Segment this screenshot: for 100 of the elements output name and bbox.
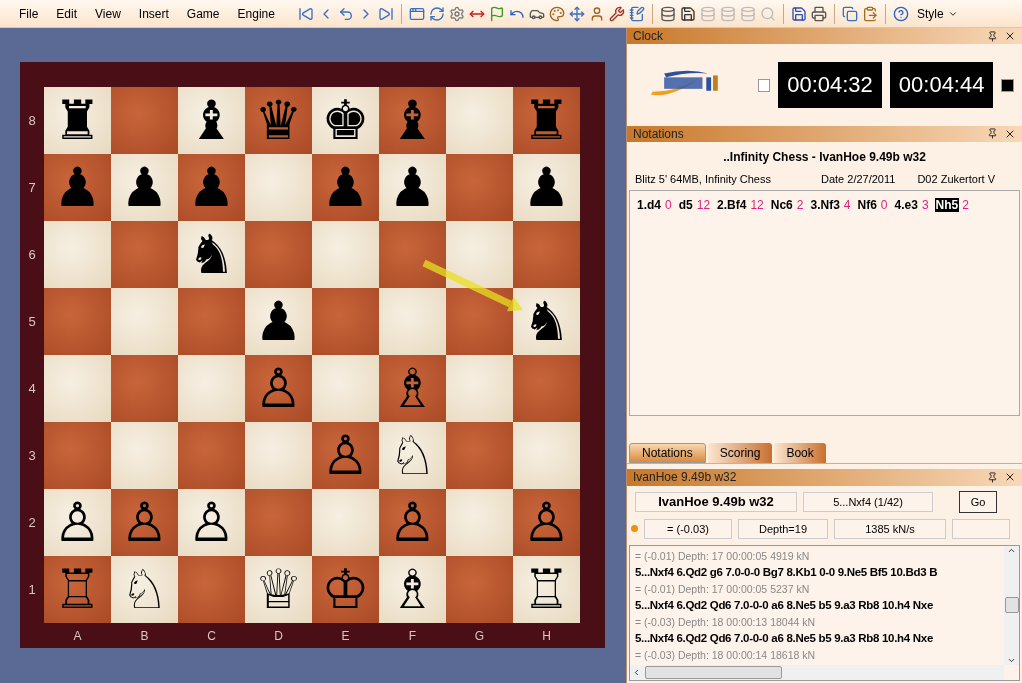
settings-icon[interactable] xyxy=(448,5,465,22)
board-square[interactable]: ♙ xyxy=(111,489,178,556)
board-square[interactable]: ♚ xyxy=(312,87,379,154)
board-square[interactable]: ♛ xyxy=(245,87,312,154)
paste-icon[interactable] xyxy=(861,5,878,22)
chess-piece[interactable]: ♝ xyxy=(388,93,437,148)
copy-icon[interactable] xyxy=(841,5,858,22)
chess-piece[interactable]: ♚ xyxy=(321,93,370,148)
board-square[interactable]: ♙ xyxy=(178,489,245,556)
board-square[interactable]: ♘ xyxy=(111,556,178,623)
menu-item[interactable]: File xyxy=(10,6,48,21)
menu-item[interactable]: View xyxy=(86,6,130,21)
scroll-thumb[interactable] xyxy=(645,666,782,679)
chess-piece[interactable]: ♙ xyxy=(321,428,370,483)
board-square[interactable]: ♖ xyxy=(513,556,580,623)
chess-piece[interactable]: ♟ xyxy=(53,160,102,215)
chess-piece[interactable]: ♙ xyxy=(120,495,169,550)
board-square[interactable]: ♟ xyxy=(111,154,178,221)
help-icon[interactable] xyxy=(892,5,909,22)
board-square[interactable] xyxy=(178,288,245,355)
chess-piece[interactable]: ♔ xyxy=(321,562,370,617)
board-square[interactable] xyxy=(446,422,513,489)
board-square[interactable] xyxy=(446,556,513,623)
window-icon[interactable] xyxy=(408,5,425,22)
chess-board[interactable]: ♜ ♝ ♛ ♚ ♝ ♜ ♟ ♟ ♟ ♟ ♟ ♟ ♞ ♟ ♞ ♙ ♗ ♙ ♘ ♙ ♙ ♙ ♙ ♙ ♖ ♘ ♕ ♔ ♗ ♖ xyxy=(44,87,580,623)
chess-piece[interactable]: ♟ xyxy=(522,160,571,215)
chess-piece[interactable]: ♟ xyxy=(187,160,236,215)
go-button[interactable]: Go xyxy=(959,490,997,513)
chess-piece[interactable]: ♜ xyxy=(522,93,571,148)
tab[interactable]: Scoring xyxy=(707,443,773,464)
palette-icon[interactable] xyxy=(548,5,565,22)
board-square[interactable]: ♗ xyxy=(379,355,446,422)
horizontal-scrollbar[interactable] xyxy=(630,665,1004,680)
board-square[interactable]: ♖ xyxy=(44,556,111,623)
chess-piece[interactable]: ♕ xyxy=(254,562,303,617)
board-square[interactable]: ♙ xyxy=(379,489,446,556)
board-square[interactable]: ♜ xyxy=(44,87,111,154)
menu-item[interactable]: Game xyxy=(177,6,229,21)
pin-icon[interactable] xyxy=(987,128,998,140)
board-square[interactable] xyxy=(379,221,446,288)
database-icon[interactable] xyxy=(659,5,676,22)
tab[interactable]: Notations xyxy=(629,443,706,464)
board-square[interactable]: ♟ xyxy=(513,154,580,221)
menu-item[interactable]: Insert xyxy=(129,6,178,21)
last-move-icon[interactable] xyxy=(377,5,394,22)
menu-item[interactable]: Edit xyxy=(47,6,87,21)
board-square[interactable]: ♟ xyxy=(379,154,446,221)
board-square[interactable]: ♝ xyxy=(178,87,245,154)
board-square[interactable]: ♝ xyxy=(379,87,446,154)
board-square[interactable] xyxy=(178,556,245,623)
board-square[interactable]: ♕ xyxy=(245,556,312,623)
chess-piece[interactable]: ♙ xyxy=(187,495,236,550)
board-square[interactable] xyxy=(178,422,245,489)
chess-piece[interactable]: ♟ xyxy=(120,160,169,215)
chess-piece[interactable]: ♟ xyxy=(321,160,370,215)
chess-piece[interactable]: ♖ xyxy=(522,562,571,617)
chess-piece[interactable]: ♞ xyxy=(187,227,236,282)
save-icon[interactable] xyxy=(790,5,807,22)
chess-piece[interactable]: ♙ xyxy=(254,361,303,416)
move-text[interactable]: 2.Bf4 xyxy=(716,198,748,213)
board-square[interactable]: ♟ xyxy=(312,154,379,221)
chess-piece[interactable]: ♙ xyxy=(53,495,102,550)
board-square[interactable]: ♗ xyxy=(379,556,446,623)
chess-piece[interactable]: ♟ xyxy=(254,294,303,349)
chess-piece[interactable]: ♙ xyxy=(522,495,571,550)
board-square[interactable] xyxy=(44,288,111,355)
pin-icon[interactable] xyxy=(987,471,998,483)
move-text[interactable]: 1.d4 xyxy=(636,198,662,213)
board-square[interactable]: ♙ xyxy=(312,422,379,489)
board-square[interactable] xyxy=(513,355,580,422)
vertical-scrollbar[interactable] xyxy=(1004,545,1019,665)
print-icon[interactable] xyxy=(810,5,827,22)
board-square[interactable] xyxy=(44,422,111,489)
move-icon[interactable] xyxy=(568,5,585,22)
tab[interactable]: Book xyxy=(774,443,826,464)
board-square[interactable] xyxy=(111,355,178,422)
style-menu[interactable]: Style xyxy=(912,6,962,21)
board-square[interactable]: ♞ xyxy=(178,221,245,288)
scroll-left-icon[interactable] xyxy=(632,668,641,677)
chess-piece[interactable]: ♘ xyxy=(120,562,169,617)
board-square[interactable]: ♙ xyxy=(513,489,580,556)
move-text[interactable]: 3.Nf3 xyxy=(809,198,841,213)
first-move-icon[interactable] xyxy=(297,5,314,22)
board-square[interactable]: ♘ xyxy=(379,422,446,489)
menu-item[interactable]: Engine xyxy=(228,6,284,21)
board-square[interactable] xyxy=(111,87,178,154)
board-square[interactable]: ♙ xyxy=(245,355,312,422)
move-text[interactable]: Nf6 xyxy=(856,198,878,213)
save-icon[interactable] xyxy=(679,5,696,22)
notebook-icon[interactable] xyxy=(628,5,645,22)
board-square[interactable]: ♟ xyxy=(44,154,111,221)
chess-piece[interactable]: ♘ xyxy=(388,428,437,483)
move-text[interactable]: d5 xyxy=(677,198,694,213)
chess-piece[interactable]: ♗ xyxy=(388,361,437,416)
chess-piece[interactable]: ♗ xyxy=(388,562,437,617)
board-square[interactable]: ♔ xyxy=(312,556,379,623)
move-text[interactable]: Nc6 xyxy=(769,198,794,213)
board-square[interactable] xyxy=(446,288,513,355)
chess-piece[interactable]: ♝ xyxy=(187,93,236,148)
board-square[interactable] xyxy=(446,154,513,221)
